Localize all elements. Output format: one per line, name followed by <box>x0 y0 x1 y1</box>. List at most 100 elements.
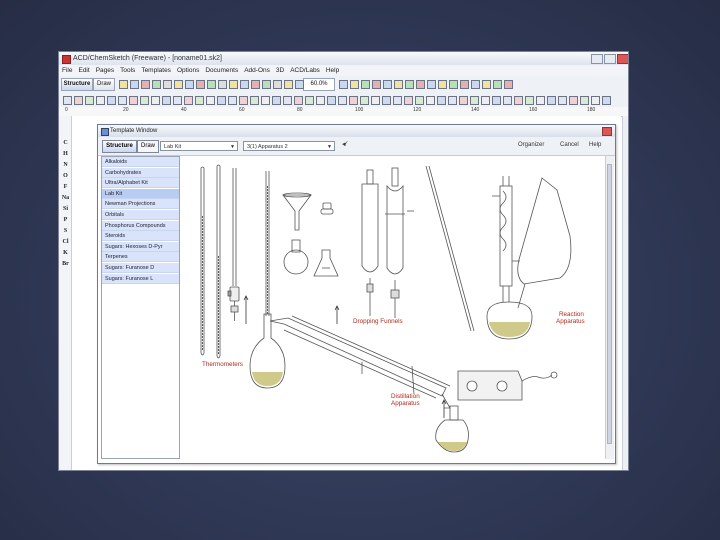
toolbar-tool-icon[interactable] <box>196 80 205 89</box>
element-button-n[interactable]: N <box>61 162 70 168</box>
toolbar-tool-icon[interactable] <box>404 96 413 105</box>
toolbar-tool-icon[interactable] <box>273 80 282 89</box>
toolbar-tool-icon[interactable] <box>393 96 402 105</box>
menu-item-acd-labs[interactable]: ACD/Labs <box>290 67 320 74</box>
toolbar-tool-icon[interactable] <box>118 96 127 105</box>
menu-item-templates[interactable]: Templates <box>141 67 171 74</box>
toolbar-tool-icon[interactable] <box>207 80 216 89</box>
thermometer-3-icon[interactable] <box>227 168 240 321</box>
element-button-k[interactable]: K <box>61 250 70 256</box>
toolbar-tool-icon[interactable] <box>173 96 182 105</box>
toolbar-tool-icon[interactable] <box>360 96 369 105</box>
toolbar-tool-icon[interactable] <box>140 96 149 105</box>
thermometer-2-icon[interactable] <box>216 164 221 359</box>
toolbar-tool-icon[interactable] <box>195 96 204 105</box>
toolbar-tool-icon[interactable] <box>481 96 490 105</box>
tab-draw[interactable]: Draw <box>137 140 159 153</box>
toolbar-tool-icon[interactable] <box>493 80 502 89</box>
toolbar-tool-icon[interactable] <box>339 80 348 89</box>
page-dropdown[interactable]: Lab Kit ▼ <box>160 141 238 151</box>
toolbar-tool-icon[interactable] <box>438 80 447 89</box>
toolbar-tool-icon[interactable] <box>361 80 370 89</box>
organizer-button[interactable]: Organizer <box>518 142 544 148</box>
toolbar-tool-icon[interactable] <box>426 96 435 105</box>
element-button-h[interactable]: H <box>61 151 70 157</box>
category-item-ultra-alphabet-kit[interactable]: Ultra/Alphabet Kit <box>102 178 179 189</box>
toolbar-tool-icon[interactable] <box>283 96 292 105</box>
template-scrollbar[interactable] <box>605 156 614 459</box>
template-preview-area[interactable]: Thermometers Dropping Funnels Reaction A… <box>182 156 604 459</box>
category-item-carbohydrates[interactable]: Carbohydrates <box>102 167 179 178</box>
toolbar-tool-icon[interactable] <box>129 96 138 105</box>
menu-item-tools[interactable]: Tools <box>120 67 135 74</box>
dropping-funnel-1-icon[interactable] <box>361 169 379 316</box>
template-set-dropdown[interactable]: 3(1) Apparatus 2 ▼ <box>243 141 335 151</box>
toolbar-tool-icon[interactable] <box>163 80 172 89</box>
element-button-f[interactable]: F <box>61 184 70 190</box>
round-bottom-flask-icon[interactable] <box>283 239 309 275</box>
toolbar-tool-icon[interactable] <box>185 80 194 89</box>
toolbar-tool-icon[interactable] <box>350 80 359 89</box>
distillation-apparatus-icon[interactable] <box>249 313 469 453</box>
menu-item-file[interactable]: File <box>62 67 72 74</box>
toolbar-tool-icon[interactable] <box>449 80 458 89</box>
toolbar-tool-icon[interactable] <box>228 96 237 105</box>
toolbar-tool-icon[interactable] <box>470 96 479 105</box>
toolbar-tool-icon[interactable] <box>514 96 523 105</box>
hot-plate-stirrer-icon[interactable] <box>457 370 558 401</box>
toolbar-tool-icon[interactable] <box>569 96 578 105</box>
toolbar-tool-icon[interactable] <box>371 96 380 105</box>
menu-item-documents[interactable]: Documents <box>205 67 238 74</box>
zoom-dropdown[interactable]: 60.0% <box>303 78 335 91</box>
toolbar-tool-icon[interactable] <box>63 96 72 105</box>
toolbar-tool-icon[interactable] <box>580 96 589 105</box>
category-item-orbitals[interactable]: Orbitals <box>102 210 179 220</box>
toolbar-tool-icon[interactable] <box>85 96 94 105</box>
menu-item-options[interactable]: Options <box>177 67 199 74</box>
toolbar-tool-icon[interactable] <box>250 96 259 105</box>
category-item-sugars-hexoses-d-pyr[interactable]: Sugars: Hexoses D-Pyr <box>102 241 179 252</box>
element-button-na[interactable]: Na <box>61 195 70 201</box>
reaction-apparatus-icon[interactable] <box>425 165 572 340</box>
scrollbar-thumb[interactable] <box>607 164 612 444</box>
toolbar-tool-icon[interactable] <box>338 96 347 105</box>
toolbar-tool-icon[interactable] <box>558 96 567 105</box>
menu-item-add-ons[interactable]: Add-Ons <box>244 67 270 74</box>
toolbar-tool-icon[interactable] <box>294 96 303 105</box>
erlenmeyer-flask-icon[interactable] <box>313 249 339 277</box>
element-button-br[interactable]: Br <box>61 261 70 267</box>
element-button-cl[interactable]: Cl <box>61 239 70 245</box>
toolbar-tool-icon[interactable] <box>459 96 468 105</box>
toolbar-tool-icon[interactable] <box>107 96 116 105</box>
category-item-phosphorus-compounds[interactable]: Phosphorus Compounds <box>102 220 179 231</box>
toolbar-tool-icon[interactable] <box>482 80 491 89</box>
toolbar-tool-icon[interactable] <box>130 80 139 89</box>
thermometer-1-icon[interactable] <box>200 166 205 356</box>
minimize-button[interactable] <box>591 54 603 64</box>
toolbar-tool-icon[interactable] <box>162 96 171 105</box>
menu-item-help[interactable]: Help <box>326 67 339 74</box>
toolbar-tool-icon[interactable] <box>382 96 391 105</box>
toolbar-tool-icon[interactable] <box>492 96 501 105</box>
toolbar-tool-icon[interactable] <box>261 96 270 105</box>
toolbar-tool-icon[interactable] <box>151 96 160 105</box>
toolbar-tool-icon[interactable] <box>174 80 183 89</box>
element-button-p[interactable]: P <box>61 217 70 223</box>
category-item-sugars-furanose-d[interactable]: Sugars: Furanose D <box>102 263 179 273</box>
element-button-o[interactable]: O <box>61 173 70 179</box>
element-button-si[interactable]: Si <box>61 206 70 212</box>
toolbar-tool-icon[interactable] <box>591 96 600 105</box>
menu-item-pages[interactable]: Pages <box>96 67 114 74</box>
toolbar-tool-icon[interactable] <box>206 96 215 105</box>
element-button-s[interactable]: S <box>61 228 70 234</box>
category-item-sugars-furanose-l[interactable]: Sugars: Furanose L <box>102 273 179 284</box>
toolbar-tool-icon[interactable] <box>503 96 512 105</box>
funnel-icon[interactable] <box>282 192 312 231</box>
toolbar-tool-icon[interactable] <box>305 96 314 105</box>
help-button[interactable]: Help <box>589 142 601 148</box>
category-item-terpenes[interactable]: Terpenes <box>102 252 179 263</box>
category-item-steroids[interactable]: Steroids <box>102 231 179 242</box>
toolbar-tool-icon[interactable] <box>240 80 249 89</box>
toolbar-tool-icon[interactable] <box>427 80 436 89</box>
toolbar-tool-icon[interactable] <box>327 96 336 105</box>
